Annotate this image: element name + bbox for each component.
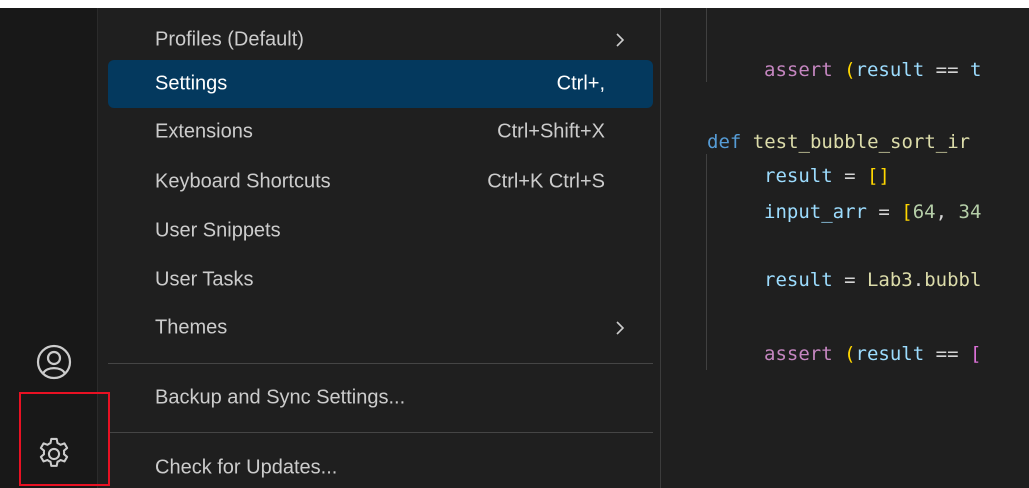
menu-separator [108,363,653,364]
menu-item-profiles[interactable]: Profiles (Default) [108,16,653,64]
menu-item-themes[interactable]: Themes [108,304,653,352]
chevron-right-icon [616,33,625,47]
menu-item-label: Keyboard Shortcuts [155,170,331,193]
menu-item-shortcut: Ctrl+, [556,72,605,95]
menu-item-label: User Snippets [155,219,281,242]
code-line: input_arr = [64, 34 [764,201,982,223]
menu-item-extensions[interactable]: Extensions Ctrl+Shift+X [108,108,653,156]
code-line: assert (result == [ [764,343,982,365]
menu-item-backup-sync[interactable]: Backup and Sync Settings... [108,374,653,422]
manage-menu: Profiles (Default) Settings Ctrl+, Exten… [98,8,661,488]
code-line: assert (result == t [764,59,982,81]
indent-guide [706,8,707,82]
menu-item-label: Check for Updates... [155,456,338,479]
menu-item-check-updates[interactable]: Check for Updates... [108,444,653,488]
chevron-right-icon [616,321,625,335]
menu-item-keyboard-shortcuts[interactable]: Keyboard Shortcuts Ctrl+K Ctrl+S [108,158,653,206]
menu-item-label: Extensions [155,120,253,143]
vscode-workbench: Profiles (Default) Settings Ctrl+, Exten… [0,8,1029,488]
activity-bar [0,8,98,488]
code-line: def test_bubble_sort_ir [707,131,971,153]
indent-guide [706,154,707,370]
screen: Profiles (Default) Settings Ctrl+, Exten… [0,0,1029,488]
menu-separator [108,432,653,433]
menu-item-shortcut: Ctrl+Shift+X [497,120,605,143]
menu-item-label: Profiles (Default) [155,28,304,51]
menu-item-label: User Tasks [155,268,254,291]
code-editor[interactable]: assert (result == t def test_bubble_sort… [661,8,1029,488]
account-icon[interactable] [30,338,78,386]
menu-item-settings[interactable]: Settings Ctrl+, [108,60,653,108]
gear-icon[interactable] [30,430,78,478]
menu-item-label: Backup and Sync Settings... [155,386,406,409]
code-line: result = Lab3.bubbl [764,269,982,291]
menu-item-shortcut: Ctrl+K Ctrl+S [487,170,605,193]
menu-item-user-snippets[interactable]: User Snippets [108,207,653,255]
menu-item-user-tasks[interactable]: User Tasks [108,256,653,304]
menu-item-label: Settings [155,72,228,95]
menu-item-label: Themes [155,316,228,339]
code-line: result = [] [764,165,890,187]
